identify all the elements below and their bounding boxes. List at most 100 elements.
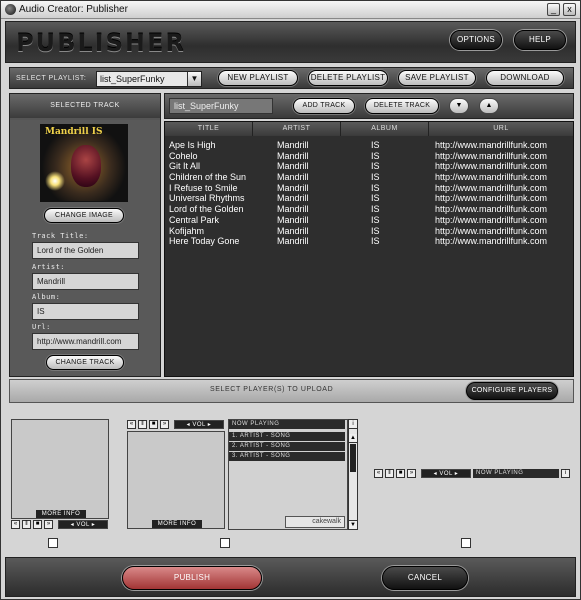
- scroll-up-icon[interactable]: ▲: [349, 434, 357, 443]
- upload-bar: SELECT PLAYER(S) TO UPLOAD CONFIGURE PLA…: [9, 379, 574, 403]
- table-row[interactable]: Children of the Sun Mandrill IS http://www.…: [165, 172, 573, 183]
- cell-url: http://www.mandrillfunk.com: [435, 172, 548, 183]
- table-row[interactable]: I Refuse to Smile Mandrill IS http://www.ma…: [165, 183, 573, 194]
- stop-icon[interactable]: ■: [396, 469, 405, 478]
- change-image-button[interactable]: CHANGE IMAGE: [44, 208, 124, 223]
- cell-artist: Mandrill: [277, 161, 309, 172]
- more-info-label[interactable]: MORE INFO: [152, 520, 202, 528]
- cell-url: http://www.mandrillfunk.com: [435, 193, 548, 204]
- prev-icon[interactable]: «: [374, 469, 383, 478]
- options-button[interactable]: OPTIONS: [450, 30, 502, 50]
- next-icon[interactable]: »: [160, 420, 169, 429]
- pause-icon[interactable]: ‖: [138, 420, 147, 429]
- playlist-scrollbar[interactable]: i ▲ ▼: [348, 419, 358, 530]
- volume-control[interactable]: ◂ VOL ▸: [58, 520, 108, 529]
- cell-artist: Mandrill: [277, 172, 309, 183]
- cell-title: Cohelo: [169, 150, 198, 161]
- song-item[interactable]: 3. ARTIST - SONG: [229, 452, 345, 461]
- playlist-name-field[interactable]: list_SuperFunky: [169, 98, 273, 114]
- app-icon: [5, 4, 16, 15]
- cell-title: Kofijahm: [169, 225, 205, 236]
- delete-track-button[interactable]: DELETE TRACK: [365, 98, 439, 114]
- add-track-button[interactable]: ADD TRACK: [293, 98, 355, 114]
- configure-players-button[interactable]: CONFIGURE PLAYERS: [466, 382, 558, 400]
- column-album[interactable]: ALBUM: [341, 122, 429, 136]
- cell-album: IS: [371, 204, 380, 215]
- download-button[interactable]: DOWNLOAD: [486, 70, 564, 86]
- track-title-label: Track Title:: [32, 232, 89, 240]
- album-cover: Mandrill IS: [40, 124, 128, 202]
- table-row[interactable]: Kofijahm Mandrill IS http://www.mandrillfun…: [165, 226, 573, 237]
- cell-url: http://www.mandrillfunk.com: [435, 225, 548, 236]
- volume-control[interactable]: ◂ VOL ▸: [174, 420, 224, 429]
- cell-album: IS: [371, 172, 380, 183]
- cell-artist: Mandrill: [277, 204, 309, 215]
- cell-artist: Mandrill: [277, 193, 309, 204]
- cell-url: http://www.mandrillfunk.com: [435, 161, 548, 172]
- volume-control[interactable]: ◂ VOL ▸: [421, 469, 471, 478]
- info-icon[interactable]: i: [561, 469, 570, 478]
- table-row[interactable]: Git It All Mandrill IS http://www.mandrillf…: [165, 161, 573, 172]
- scroll-thumb[interactable]: [350, 444, 356, 472]
- album-field[interactable]: IS: [32, 303, 139, 320]
- cell-title: Ape Is High: [169, 140, 216, 150]
- cell-album: IS: [371, 150, 380, 161]
- column-artist[interactable]: ARTIST: [253, 122, 341, 136]
- table-row[interactable]: Lord of the Golden Mandrill IS http://www.m…: [165, 204, 573, 215]
- song-item[interactable]: 2. ARTIST - SONG: [229, 442, 345, 451]
- table-row[interactable]: Central Park Mandrill IS http://www.mandril…: [165, 215, 573, 226]
- help-button[interactable]: HELP: [514, 30, 566, 50]
- player-2-preview: MORE INFO: [127, 431, 225, 529]
- delete-playlist-button[interactable]: DELETE PLAYLIST: [308, 70, 388, 86]
- url-label: Url:: [32, 323, 51, 331]
- cell-album: IS: [371, 193, 380, 204]
- cell-album: IS: [371, 140, 380, 150]
- change-track-button[interactable]: CHANGE TRACK: [46, 355, 124, 370]
- artist-field[interactable]: Mandrill: [32, 273, 139, 290]
- table-row[interactable]: Ape Is High Mandrill IS http://www.mandrill…: [165, 140, 573, 151]
- playlist-select[interactable]: list_SuperFunky ▼: [96, 71, 202, 87]
- track-title-field[interactable]: Lord of the Golden: [32, 242, 139, 259]
- selected-track-panel: SELECTED TRACK Mandrill IS CHANGE IMAGE …: [9, 93, 161, 377]
- pause-icon[interactable]: ‖: [385, 469, 394, 478]
- move-down-icon[interactable]: ▼: [449, 98, 469, 114]
- more-info-label[interactable]: MORE INFO: [36, 510, 86, 518]
- publisher-logo: PUBLISHER: [16, 29, 186, 57]
- scroll-down-icon[interactable]: ▼: [349, 520, 357, 529]
- album-art-figure: [71, 145, 101, 187]
- cell-album: IS: [371, 214, 380, 225]
- chevron-down-icon[interactable]: ▼: [187, 72, 201, 86]
- cancel-button[interactable]: CANCEL: [382, 566, 468, 590]
- cell-url: http://www.mandrillfunk.com: [435, 182, 548, 193]
- song-item[interactable]: 1. ARTIST - SONG: [229, 432, 345, 441]
- minimize-button[interactable]: _: [547, 3, 560, 16]
- player-1-checkbox[interactable]: [48, 538, 58, 548]
- player-3-checkbox[interactable]: [461, 538, 471, 548]
- selected-track-heading: SELECTED TRACK: [10, 94, 160, 118]
- cell-album: IS: [371, 225, 380, 236]
- url-field[interactable]: http://www.mandrill.com: [32, 333, 139, 350]
- move-up-icon[interactable]: ▲: [479, 98, 499, 114]
- info-icon[interactable]: i: [349, 420, 357, 429]
- publish-button[interactable]: PUBLISH: [122, 566, 262, 590]
- column-url[interactable]: URL: [429, 122, 573, 136]
- table-body: Ape Is High Mandrill IS http://www.mandrill…: [165, 140, 573, 247]
- album-label: Album:: [32, 293, 61, 301]
- stop-icon[interactable]: ■: [149, 420, 158, 429]
- table-row[interactable]: Cohelo Mandrill IS http://www.mandrillfunk.…: [165, 151, 573, 162]
- column-title[interactable]: TITLE: [165, 122, 253, 136]
- new-playlist-button[interactable]: NEW PLAYLIST: [218, 70, 298, 86]
- player-2-checkbox[interactable]: [220, 538, 230, 548]
- next-icon[interactable]: »: [407, 469, 416, 478]
- next-icon[interactable]: »: [44, 520, 53, 529]
- prev-icon[interactable]: «: [127, 420, 136, 429]
- table-row[interactable]: Universal Rhythms Mandrill IS http://www.ma…: [165, 193, 573, 204]
- close-button[interactable]: x: [563, 3, 576, 16]
- save-playlist-button[interactable]: SAVE PLAYLIST: [398, 70, 476, 86]
- cell-album: IS: [371, 182, 380, 193]
- table-row[interactable]: Here Today Gone Mandrill IS http://www.mand…: [165, 236, 573, 247]
- pause-icon[interactable]: ‖: [22, 520, 31, 529]
- prev-icon[interactable]: «: [11, 520, 20, 529]
- tracks-toolbar: list_SuperFunky ADD TRACK DELETE TRACK ▼…: [164, 93, 574, 119]
- stop-icon[interactable]: ■: [33, 520, 42, 529]
